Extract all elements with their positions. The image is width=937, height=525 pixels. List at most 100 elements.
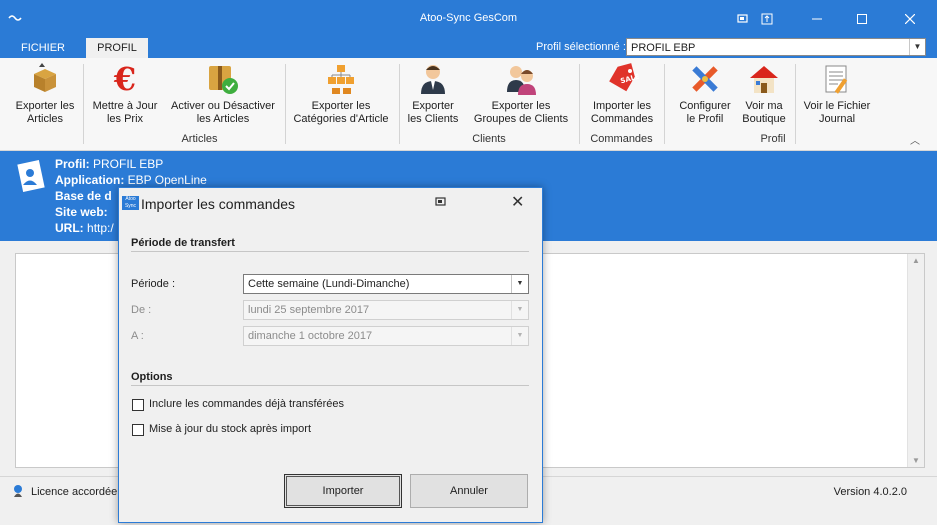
start-date-value: lundi 25 septembre 2017 — [248, 304, 370, 316]
toggle-articles-button[interactable]: Activer ou Désactiver les Articles — [166, 62, 280, 126]
ribbon-label-line2: Articles — [26, 113, 64, 125]
application-value: EBP OpenLine — [127, 173, 207, 187]
profile-name-value: PROFIL EBP — [93, 157, 164, 171]
periode-select-value: Cette semaine (Lundi-Dimanche) — [248, 278, 410, 290]
section-divider — [131, 251, 529, 252]
ribbon-group-commandes: Commandes — [590, 133, 653, 145]
application-label: Application: — [55, 173, 125, 187]
include-transferred-checkbox[interactable] — [132, 399, 144, 411]
periode-select[interactable]: Cette semaine (Lundi-Dimanche) ▼ — [243, 274, 529, 294]
profile-selector-value: PROFIL EBP — [631, 42, 696, 54]
svg-text:€: € — [113, 62, 136, 96]
profile-name-row: Profil: PROFIL EBP — [55, 157, 163, 171]
dialog-title: Importer les commandes — [141, 196, 296, 212]
url-value: http:/ — [87, 221, 114, 235]
tab-profil[interactable]: PROFIL — [86, 38, 148, 58]
title-bar: Atoo-Sync GesCom — [0, 0, 937, 38]
house-icon — [750, 66, 778, 93]
pin-icon — [737, 14, 748, 23]
scroll-up-icon[interactable]: ▲ — [908, 256, 924, 265]
close-icon — [904, 13, 916, 25]
section-transfer-title: Période de transfert — [131, 237, 235, 249]
end-date-value: dimanche 1 octobre 2017 — [248, 330, 373, 342]
update-prices-button[interactable]: € Mettre à Jour les Prix — [89, 62, 161, 126]
collapse-ribbon-icon[interactable]: ︿ — [910, 132, 920, 147]
window-title: Atoo-Sync GesCom — [419, 12, 518, 24]
cancel-button[interactable]: Annuler — [410, 474, 528, 508]
licence-text: Licence accordée à — [31, 486, 127, 498]
import-orders-dialog: Atoo Sync Importer les commandes ✕ Pério… — [118, 187, 543, 523]
import-orders-button[interactable]: SALE Importer les Commandes — [585, 62, 659, 126]
ribbon-separator — [285, 64, 286, 144]
ribbon-label-line1: Importer les — [592, 100, 652, 112]
close-button[interactable] — [895, 8, 925, 30]
ribbon-label-line1: Voir ma — [745, 100, 783, 112]
sale-tag-icon: SALE — [609, 63, 639, 92]
ribbon-label-line2: Journal — [818, 113, 856, 125]
ribbon-label-line1: Voir le Fichier — [803, 100, 871, 112]
ribbon-label-line2: Catégories d'Article — [293, 113, 389, 125]
ribbon-label-line1: Mettre à Jour — [92, 100, 158, 112]
euro-icon: € — [113, 62, 136, 96]
view-shop-button[interactable]: Voir ma Boutique — [738, 62, 790, 126]
journal-icon — [825, 65, 848, 94]
configure-profile-button[interactable]: Configurer le Profil — [674, 62, 736, 126]
a-label: A : — [131, 330, 144, 342]
tools-icon — [692, 66, 718, 92]
licence-icon — [14, 485, 22, 497]
ribbon-label-line1: Exporter les — [311, 100, 371, 112]
menu-tabs: FICHIER PROFIL Profil sélectionné : PROF… — [0, 38, 937, 58]
export-client-groups-button[interactable]: Exporter les Groupes de Clients — [466, 62, 576, 126]
profile-name-label: Profil: — [55, 157, 90, 171]
box-export-icon — [34, 63, 56, 92]
update-stock-checkbox[interactable] — [132, 424, 144, 436]
hierarchy-icon — [328, 65, 354, 94]
website-row: Site web: — [55, 205, 108, 219]
export-articles-button[interactable]: Exporter les Articles — [12, 62, 78, 126]
ribbon-label-line1: Exporter — [412, 100, 454, 112]
client-icon — [421, 65, 445, 94]
update-stock-label[interactable]: Mise à jour du stock après import — [149, 423, 311, 435]
minimize-button[interactable] — [802, 8, 832, 30]
export-categories-button[interactable]: Exporter les Catégories d'Article — [290, 62, 392, 126]
tab-fichier[interactable]: FICHIER — [8, 38, 78, 58]
section-options-title: Options — [131, 371, 173, 383]
ribbon-label-line2: Groupes de Clients — [473, 113, 569, 125]
website-label: Site web: — [55, 205, 108, 219]
ribbon-group-clients: Clients — [472, 133, 506, 145]
client-group-icon — [507, 66, 536, 95]
profile-selector[interactable]: PROFIL EBP ▼ — [626, 38, 926, 56]
profile-icon — [17, 160, 45, 192]
log-scrollbar[interactable]: ▲ ▼ — [907, 254, 924, 467]
dialog-close-icon[interactable]: ✕ — [511, 192, 524, 212]
ribbon-label-line1: Exporter les — [15, 100, 75, 112]
url-row: URL: http:/ — [55, 221, 114, 235]
chevron-down-icon: ▼ — [511, 327, 528, 345]
box-check-icon — [209, 66, 238, 94]
scroll-down-icon[interactable]: ▼ — [908, 456, 924, 465]
start-date-picker: lundi 25 septembre 2017 ▼ — [243, 300, 529, 320]
chevron-down-icon[interactable]: ▼ — [511, 275, 528, 293]
de-label: De : — [131, 304, 152, 316]
ribbon-label-line2: Boutique — [742, 113, 786, 125]
ribbon-label-line2: les Articles — [196, 113, 250, 125]
ribbon-separator — [664, 64, 665, 144]
pin-icon[interactable] — [435, 196, 447, 208]
view-journal-button[interactable]: Voir le Fichier Journal — [800, 62, 874, 126]
ribbon-label-line1: Activer ou Désactiver — [171, 100, 275, 112]
ribbon-separator — [399, 64, 400, 144]
maximize-button[interactable] — [847, 8, 877, 30]
chevron-down-icon[interactable]: ▼ — [909, 39, 925, 55]
export-clients-button[interactable]: Exporter les Clients — [404, 62, 462, 126]
import-button[interactable]: Importer — [284, 474, 402, 508]
restore-layout-button[interactable] — [752, 8, 782, 30]
ribbon-group-profil: Profil — [760, 133, 786, 145]
application-row: Application: EBP OpenLine — [55, 173, 207, 187]
ribbon-separator — [795, 64, 796, 144]
include-transferred-label[interactable]: Inclure les commandes déjà transférées — [149, 398, 344, 410]
ribbon-label-line1: Exporter les — [491, 100, 551, 112]
ribbon-label-line2: les Prix — [106, 113, 144, 125]
ribbon-label-line2: le Profil — [686, 113, 724, 125]
ribbon-separator — [83, 64, 84, 144]
ribbon: Exporter les Articles € Mettre à Jour le… — [0, 58, 937, 151]
